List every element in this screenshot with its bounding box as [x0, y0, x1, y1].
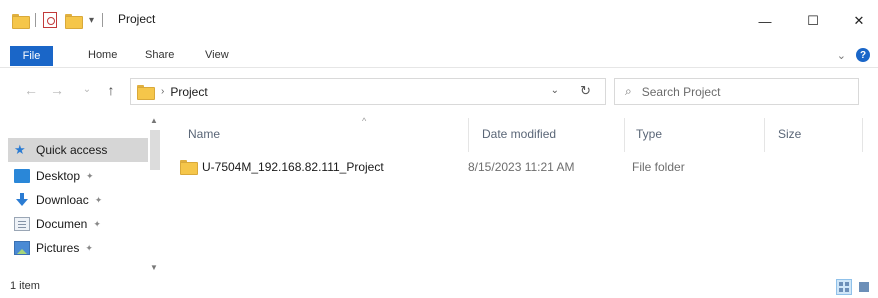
- properties-icon[interactable]: [43, 12, 57, 28]
- download-icon: [14, 193, 30, 207]
- ribbon-controls: ⌄ ?: [837, 48, 870, 62]
- scrollbar-thumb[interactable]: [150, 130, 160, 170]
- pin-icon: ✦: [86, 170, 94, 181]
- file-type: File folder: [632, 160, 685, 174]
- large-icons-view-button[interactable]: [856, 279, 872, 295]
- sidebar-item-label: Quick access: [36, 143, 108, 157]
- help-icon[interactable]: ?: [856, 48, 870, 62]
- sidebar-item-quick-access[interactable]: ★ Quick access: [8, 138, 148, 162]
- pin-icon: ✦: [94, 194, 103, 205]
- pictures-icon: [14, 241, 30, 255]
- scroll-down-icon[interactable]: ▼: [150, 263, 158, 272]
- documents-icon: [14, 217, 30, 231]
- column-divider[interactable]: [624, 118, 625, 152]
- customize-quick-access-button[interactable]: ▾: [89, 15, 94, 26]
- column-divider[interactable]: [468, 118, 469, 152]
- column-header-date-modified[interactable]: Date modified: [482, 114, 556, 154]
- navigation-scrollbar[interactable]: ▲ ▼: [148, 114, 162, 276]
- recent-locations-button[interactable]: ⌄: [78, 84, 96, 95]
- details-view-button[interactable]: [836, 279, 852, 295]
- sidebar-item-documents[interactable]: Documen ✦: [8, 212, 148, 236]
- status-bar: 1 item: [0, 276, 878, 298]
- title-divider: [102, 13, 104, 27]
- sidebar-item-label: Downloac: [36, 193, 89, 207]
- forward-button[interactable]: →: [48, 82, 66, 98]
- list-item[interactable]: U-7504M_192.168.82.111_Project 8/15/2023…: [180, 156, 870, 178]
- navigation-bar: ← → ⌄ ↑ › Project ⌄ ↻ ⌕: [0, 70, 878, 114]
- maximize-button[interactable]: ☐: [790, 6, 836, 36]
- breadcrumb-project[interactable]: Project: [170, 85, 207, 99]
- desktop-icon: [14, 169, 30, 183]
- sort-indicator-icon: ^: [362, 116, 367, 126]
- folder-icon: [180, 160, 198, 175]
- file-date-modified: 8/15/2023 11:21 AM: [468, 160, 575, 174]
- expand-ribbon-button[interactable]: ⌄: [837, 49, 846, 62]
- tab-home[interactable]: Home: [88, 49, 117, 61]
- title-bar: ▾ Project — ☐ ✕: [0, 0, 878, 44]
- minimize-button[interactable]: —: [742, 6, 788, 36]
- close-button[interactable]: ✕: [836, 6, 878, 36]
- file-name: U-7504M_192.168.82.111_Project: [202, 160, 384, 174]
- address-dropdown-button[interactable]: ⌄: [551, 85, 559, 96]
- quick-access-toolbar: ▾: [12, 10, 104, 30]
- search-icon: ⌕: [625, 84, 632, 98]
- folder-icon: [137, 85, 155, 100]
- up-button[interactable]: ↑: [102, 82, 120, 98]
- pin-icon: ✦: [93, 218, 101, 229]
- back-button[interactable]: ←: [22, 82, 40, 98]
- search-box[interactable]: ⌕: [614, 78, 859, 105]
- sidebar-item-pictures[interactable]: Pictures ✦: [8, 236, 148, 260]
- column-header-type[interactable]: Type: [636, 114, 662, 154]
- ribbon-tabs: File Home Share View ⌄ ?: [0, 44, 878, 68]
- tab-file[interactable]: File: [10, 46, 53, 66]
- large-icons-view-icon: [859, 282, 869, 292]
- column-divider[interactable]: [862, 118, 863, 152]
- navigation-pane: ★ Quick access Desktop ✦ Downloac ✦ Docu…: [0, 114, 164, 276]
- sidebar-item-label: Desktop: [36, 169, 81, 183]
- toolbar-divider: [35, 13, 36, 27]
- sidebar-item-label: Pictures: [36, 241, 80, 255]
- item-count: 1 item: [10, 280, 40, 292]
- folder-icon[interactable]: [12, 13, 30, 29]
- pin-icon: ✦: [85, 242, 93, 253]
- tab-view[interactable]: View: [205, 49, 229, 61]
- window-title: Project: [118, 12, 156, 26]
- column-divider[interactable]: [764, 118, 765, 152]
- tab-share[interactable]: Share: [145, 49, 174, 61]
- details-view-icon: [839, 282, 849, 292]
- search-input[interactable]: [641, 84, 842, 99]
- sidebar-item-desktop[interactable]: Desktop ✦: [8, 164, 148, 188]
- scroll-up-icon[interactable]: ▲: [150, 116, 158, 125]
- address-bar[interactable]: › Project ⌄ ↻: [130, 78, 606, 105]
- new-folder-icon[interactable]: [65, 13, 83, 29]
- sidebar-item-downloads[interactable]: Downloac ✦: [8, 188, 148, 212]
- star-icon: ★: [14, 142, 26, 157]
- sidebar-item-label: Documen: [36, 217, 88, 231]
- file-list: ^ Name Date modified Type Size U-7504M_1…: [166, 114, 878, 276]
- column-header-name[interactable]: Name: [188, 114, 220, 154]
- column-header-size[interactable]: Size: [778, 114, 801, 154]
- breadcrumb-separator[interactable]: ›: [161, 86, 164, 97]
- refresh-icon[interactable]: ↻: [580, 83, 591, 99]
